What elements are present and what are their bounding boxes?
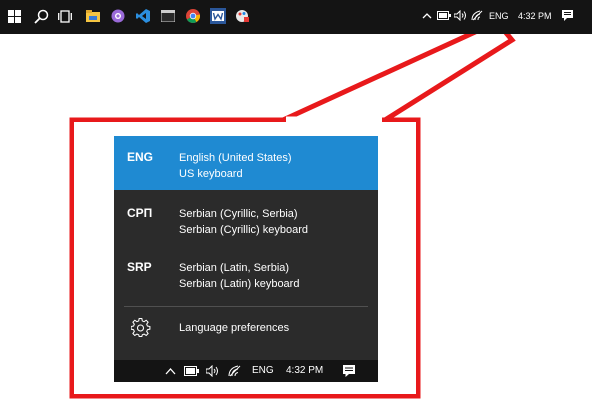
task-view-icon[interactable] xyxy=(58,10,72,23)
wifi-icon[interactable] xyxy=(228,365,241,377)
divider xyxy=(124,306,368,307)
taskbar-zoomed: ENG 4:32 PM xyxy=(114,360,378,382)
volume-icon[interactable] xyxy=(454,10,467,21)
language-name: English (United States) xyxy=(179,152,292,164)
search-icon[interactable] xyxy=(34,9,49,24)
battery-icon[interactable] xyxy=(437,11,451,20)
gear-icon xyxy=(131,318,151,338)
keyboard-name: Serbian (Cyrillic) keyboard xyxy=(179,224,308,236)
input-language-indicator[interactable]: ENG xyxy=(252,365,274,376)
language-name: Serbian (Cyrillic, Serbia) xyxy=(179,208,298,220)
chevron-up-icon[interactable] xyxy=(165,367,176,375)
word-icon[interactable] xyxy=(210,8,226,24)
chevron-up-icon[interactable] xyxy=(422,12,432,19)
paint-icon[interactable] xyxy=(236,9,250,23)
language-code: СРП xyxy=(127,206,153,220)
action-center-icon[interactable] xyxy=(343,365,355,378)
terminal-icon[interactable] xyxy=(161,10,175,22)
action-center-icon[interactable] xyxy=(562,10,573,22)
app-purple-icon[interactable] xyxy=(111,9,125,23)
vscode-icon[interactable] xyxy=(136,9,150,23)
language-code: SRP xyxy=(127,260,152,274)
language-name: Serbian (Latin, Serbia) xyxy=(179,262,290,274)
keyboard-name: US keyboard xyxy=(179,168,243,180)
keyboard-name: Serbian (Latin) keyboard xyxy=(179,278,300,290)
language-preferences-link[interactable]: Language preferences xyxy=(114,314,378,344)
language-option-srp-cyrillic[interactable]: СРП Serbian (Cyrillic, Serbia) Serbian (… xyxy=(114,192,378,246)
clock[interactable]: 4:32 PM xyxy=(518,11,552,21)
windows-start-icon[interactable] xyxy=(8,10,21,23)
chrome-icon[interactable] xyxy=(186,9,200,23)
clock[interactable]: 4:32 PM xyxy=(286,365,323,376)
taskbar: ENG 4:32 PM xyxy=(0,0,592,34)
wifi-icon[interactable] xyxy=(471,10,483,21)
language-flyout: ENG English (United States) US keyboard … xyxy=(114,136,378,360)
input-language-indicator[interactable]: ENG xyxy=(489,11,509,21)
battery-icon[interactable] xyxy=(184,366,199,376)
file-explorer-icon[interactable] xyxy=(86,10,100,23)
language-preferences-label: Language preferences xyxy=(179,322,290,334)
language-option-eng[interactable]: ENG English (United States) US keyboard xyxy=(114,136,378,190)
language-option-srp-latin[interactable]: SRP Serbian (Latin, Serbia) Serbian (Lat… xyxy=(114,246,378,300)
volume-icon[interactable] xyxy=(206,365,220,377)
callout-pointer xyxy=(281,18,516,123)
language-code: ENG xyxy=(127,150,154,164)
